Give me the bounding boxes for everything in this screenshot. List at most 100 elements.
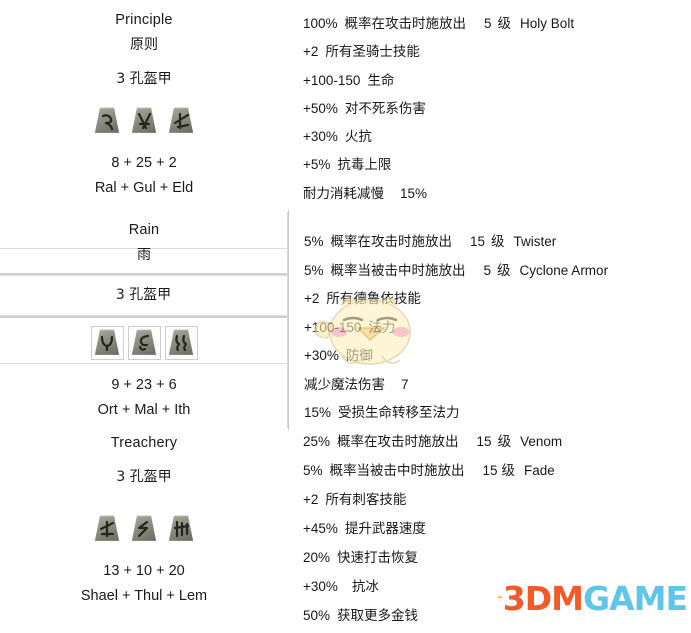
- stat-value: +30%: [303, 129, 338, 145]
- stat-text: 所有圣骑士技能: [325, 44, 420, 61]
- runeword-stats-treachery: 25% 概率在攻击时施放出 15 级 Venom 5% 概率当被击中时施放出 1…: [288, 423, 691, 633]
- ith-rune-icon: [168, 329, 194, 355]
- stat-value: +30%: [303, 579, 338, 594]
- stat-level: 15: [482, 463, 498, 478]
- rune-slot: [165, 512, 198, 546]
- stat-level: 5: [483, 262, 492, 278]
- stat-text: 耐力消耗减慢: [303, 185, 384, 202]
- stat-level: 15: [470, 234, 486, 249]
- stat-line: +30% 火抗: [303, 125, 691, 153]
- stat-line: +100-150 生命: [303, 69, 691, 97]
- stat-level: 5: [484, 16, 492, 31]
- stat-value: 5%: [304, 262, 324, 278]
- rune-slot: [165, 104, 198, 138]
- stat-level-unit: 级: [501, 463, 516, 479]
- rune-slot: [91, 104, 124, 138]
- stat-value: +100-150: [304, 319, 362, 335]
- stat-skill: Fade: [524, 463, 555, 478]
- ral-rune-icon: [94, 107, 120, 133]
- rune-slot: [164, 325, 198, 360]
- stat-skill: Holy Bolt: [520, 16, 575, 31]
- stat-value: 15%: [304, 405, 332, 420]
- stat-line: 50% 获取更多金钱: [303, 604, 691, 633]
- runeword-sheet: Principle 原则 3 孔盔甲 8 + 25 + 2 Ral + Gul …: [0, 0, 691, 632]
- runeword-sockets: 3 孔盔甲: [116, 468, 172, 485]
- stat-list: 25% 概率在攻击时施放出 15 级 Venom 5% 概率当被击中时施放出 1…: [303, 423, 691, 633]
- rune-slot: [90, 325, 124, 360]
- runeword-section-principle: Principle 原则 3 孔盔甲 8 + 25 + 2 Ral + Gul …: [0, 0, 691, 210]
- stat-line: 25% 概率在攻击时施放出 15 级 Venom: [303, 430, 691, 459]
- stat-line: +5% 抗毒上限: [303, 153, 691, 181]
- rune-icon-strip: [0, 318, 288, 364]
- stat-text: 抗毒上限: [337, 157, 392, 174]
- stat-line: +30% 防御: [304, 344, 691, 373]
- rune-levels: 8 + 25 + 2: [111, 154, 177, 171]
- stat-line: 5% 概率在攻击时施放出 15 级 Twister: [304, 230, 691, 259]
- runeword-name: Treachery: [110, 435, 178, 451]
- stat-skill: Twister: [513, 234, 557, 249]
- runeword-summary-treachery: Treachery 3 孔盔甲 13 + 10 + 20 Shael + Thu…: [0, 423, 288, 610]
- stat-text: 所有刺客技能: [325, 492, 407, 508]
- stat-text: 获取更多金钱: [337, 608, 419, 624]
- stat-list: 5% 概率在攻击时施放出 15 级 Twister 5% 概率当被击中时施放出 …: [304, 210, 691, 430]
- stat-line: +2 所有刺客技能: [303, 488, 691, 517]
- runeword-sockets: 3 孔盔甲: [116, 70, 172, 87]
- stat-text: 法力: [368, 319, 396, 336]
- stat-value: +2: [303, 44, 319, 60]
- stat-value: 20%: [303, 550, 331, 565]
- runeword-name: Rain: [128, 222, 160, 238]
- stat-line: 100% 概率在攻击时施放出 5 级 Holy Bolt: [303, 12, 691, 40]
- stat-line: 5% 概率当被击中时施放出 5 级 Cyclone Armor: [304, 259, 691, 288]
- stat-text: 减少魔法伤害: [304, 376, 385, 393]
- rune-slot: [128, 512, 161, 546]
- stat-value: +2: [304, 291, 320, 306]
- stat-value: 5%: [303, 463, 323, 478]
- stat-skill: Venom: [520, 434, 563, 449]
- runeword-name: Principle: [115, 12, 173, 28]
- stat-level-unit: 级: [497, 434, 512, 450]
- stat-text: 快速打击恢复: [337, 550, 419, 566]
- stat-line: +2 所有德鲁依技能: [304, 287, 691, 316]
- stat-text: 概率在攻击时施放出: [330, 234, 453, 250]
- stat-line: +50% 对不死系伤害: [303, 97, 691, 125]
- runeword-section-treachery: Treachery 3 孔盔甲 13 + 10 + 20 Shael + Thu…: [0, 423, 691, 632]
- rune-icon-strip: [0, 96, 288, 142]
- stat-value: 50%: [303, 608, 331, 623]
- stat-text: 受损生命转移至法力: [338, 405, 460, 421]
- stat-value: +100-150: [303, 72, 361, 88]
- stat-text: 概率当被击中时施放出: [329, 463, 465, 479]
- rune-slot: [128, 104, 161, 138]
- stat-line: +45% 提升武器速度: [303, 517, 691, 546]
- stat-value: +50%: [303, 100, 338, 116]
- stat-line: 减少魔法伤害 7: [304, 373, 691, 402]
- stat-level-unit: 级: [491, 234, 505, 250]
- stat-value: 25%: [303, 434, 331, 449]
- stat-text: 生命: [367, 72, 395, 89]
- stat-text: 概率在攻击时施放出: [337, 434, 459, 450]
- rune-icon-strip: [0, 494, 288, 550]
- stat-line: 5% 概率当被击中时施放出 15 级 Fade: [303, 459, 691, 488]
- runeword-sockets[interactable]: 3 孔盔甲: [0, 273, 288, 317]
- stat-trailing-value: 15%: [400, 185, 428, 201]
- stat-level: 15: [476, 434, 492, 449]
- thul-rune-icon: [131, 515, 157, 541]
- ort-rune-icon: [94, 329, 120, 355]
- stat-value: 5%: [304, 234, 324, 249]
- stat-line: 20% 快速打击恢复: [303, 546, 691, 575]
- rune-levels: 13 + 10 + 20: [103, 562, 185, 579]
- stat-text: 提升武器速度: [344, 521, 426, 537]
- runeword-chinese-name: 原则: [130, 36, 158, 53]
- stat-level-unit: 级: [497, 16, 512, 32]
- stat-text: 火抗: [344, 129, 372, 146]
- runeword-chinese-name: 雨: [0, 248, 288, 274]
- stat-text: 概率当被击中时施放出: [330, 262, 466, 279]
- stat-value: +45%: [303, 521, 338, 536]
- stat-text: 防御: [345, 348, 373, 364]
- runeword-summary-rain: Rain 雨 3 孔盔甲 9 + 23 + 6 Ort + Mal + Ith: [0, 210, 288, 424]
- stat-line: 耐力消耗减慢 15%: [303, 182, 691, 210]
- stat-value: +2: [303, 492, 319, 507]
- stat-line: +100-150 法力: [304, 316, 691, 345]
- rune-names: Ral + Gul + Eld: [94, 180, 194, 196]
- rune-names: Shael + Thul + Lem: [80, 588, 208, 604]
- runeword-summary-principle: Principle 原则 3 孔盔甲 8 + 25 + 2 Ral + Gul …: [0, 0, 288, 202]
